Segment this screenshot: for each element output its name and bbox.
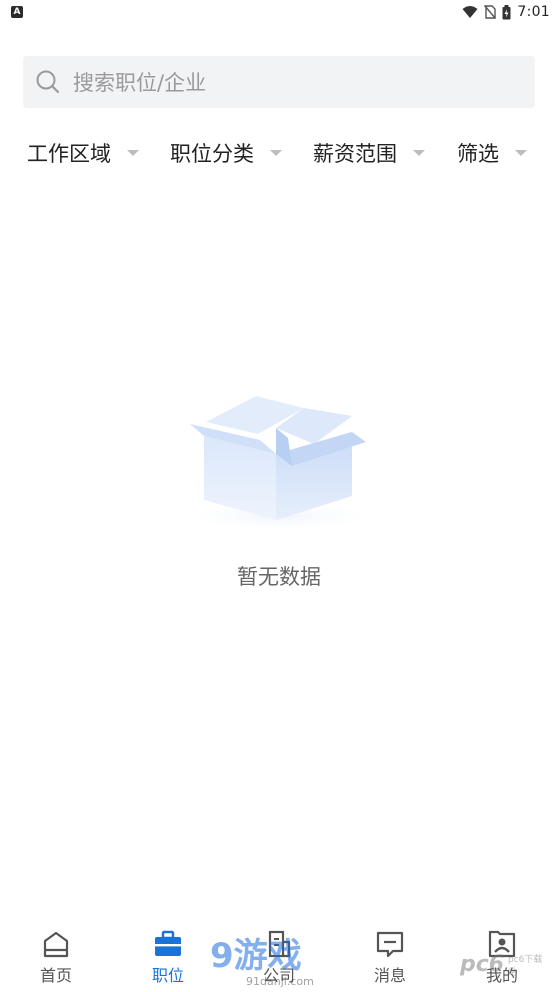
status-time: 7:01 bbox=[517, 4, 550, 20]
filter-more[interactable]: 筛选 bbox=[457, 130, 527, 176]
watermark-91danji: 9游戏 91danji.com bbox=[210, 936, 360, 992]
empty-box-icon bbox=[179, 396, 379, 532]
watermark-url: 91danji.com bbox=[246, 975, 314, 988]
filter-job-category[interactable]: 职位分类 bbox=[170, 130, 282, 176]
filter-label: 工作区域 bbox=[27, 142, 111, 166]
watermark-cn: 游戏 bbox=[233, 936, 302, 976]
watermark-pc6-logo: pc6 bbox=[460, 952, 505, 977]
watermark-pc6-small: pc6下载站 bbox=[508, 955, 543, 978]
battery-charging-icon bbox=[502, 4, 511, 19]
nav-item-home[interactable]: 首页 bbox=[16, 922, 96, 992]
nav-item-messages[interactable]: 消息 bbox=[350, 922, 430, 992]
empty-state-text: 暂无数据 bbox=[237, 565, 321, 589]
nav-item-jobs[interactable]: 职位 bbox=[128, 922, 208, 992]
filter-label: 薪资范围 bbox=[313, 142, 397, 166]
message-icon bbox=[376, 931, 404, 958]
caret-down-icon bbox=[127, 150, 139, 156]
watermark-pc6: pc6 pc6下载站 bbox=[460, 952, 546, 986]
caret-down-icon bbox=[413, 150, 425, 156]
search-icon bbox=[36, 70, 60, 94]
filter-salary-range[interactable]: 薪资范围 bbox=[313, 130, 425, 176]
status-indicators: 7:01 bbox=[462, 3, 550, 21]
caret-down-icon bbox=[270, 150, 282, 156]
filter-label: 职位分类 bbox=[170, 142, 254, 166]
search-input[interactable]: 搜索职位/企业 bbox=[23, 56, 535, 108]
nav-label: 首页 bbox=[39, 966, 72, 985]
briefcase-icon bbox=[155, 930, 181, 956]
watermark-digit: 9 bbox=[210, 936, 234, 976]
status-bar: A 7:01 bbox=[0, 0, 558, 24]
nav-label: 职位 bbox=[151, 966, 184, 985]
filter-label: 筛选 bbox=[457, 142, 499, 166]
home-icon bbox=[43, 931, 69, 958]
wifi-icon bbox=[462, 6, 478, 18]
notification-app-icon: A bbox=[11, 6, 23, 18]
no-sim-icon bbox=[484, 5, 497, 19]
nav-label: 消息 bbox=[373, 966, 406, 985]
filter-bar: 工作区域 职位分类 薪资范围 筛选 bbox=[0, 130, 558, 176]
caret-down-icon bbox=[515, 150, 527, 156]
search-placeholder: 搜索职位/企业 bbox=[73, 71, 207, 95]
filter-work-area[interactable]: 工作区域 bbox=[27, 130, 139, 176]
